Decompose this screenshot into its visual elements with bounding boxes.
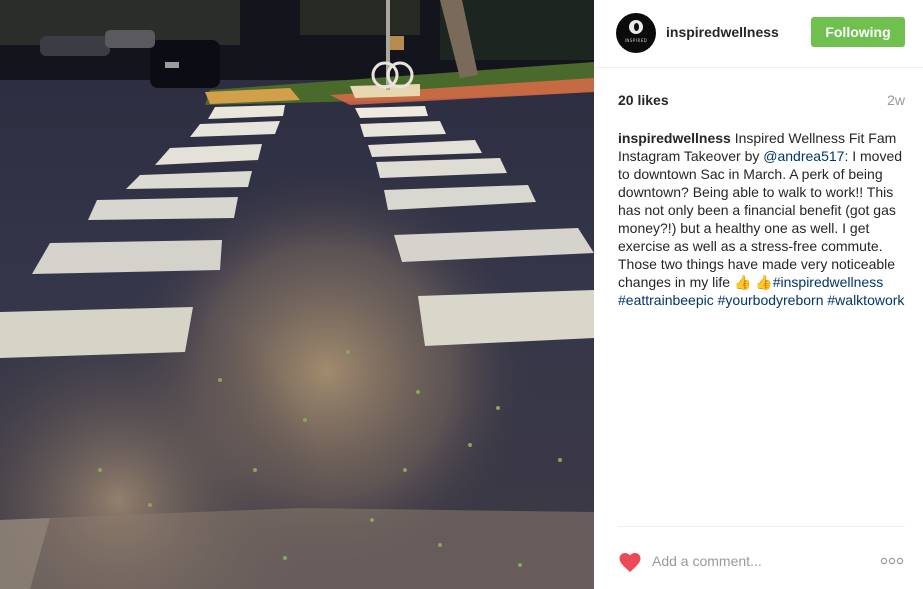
thumbs-up-icon: 👍 bbox=[733, 274, 752, 290]
mention-link[interactable]: @andrea517 bbox=[763, 148, 844, 164]
thumbs-up-icon: 👍 bbox=[755, 274, 773, 290]
logo-icon bbox=[629, 20, 643, 34]
heart-icon[interactable] bbox=[618, 551, 642, 573]
likes-count[interactable]: 20 likes bbox=[618, 92, 669, 108]
avatar-logo-text: INSPIRED bbox=[624, 38, 648, 43]
hashtag-link[interactable]: #inspiredwellness bbox=[773, 274, 884, 290]
post-caption: inspiredwellness Inspired Wellness Fit F… bbox=[618, 129, 910, 309]
hashtag-link[interactable]: #yourbodyreborn bbox=[718, 292, 824, 308]
crosswalk-photo bbox=[0, 0, 594, 589]
more-options-icon[interactable] bbox=[880, 557, 904, 565]
post-header: INSPIRED inspiredwellness Following bbox=[594, 0, 923, 68]
following-button[interactable]: Following bbox=[811, 17, 905, 47]
post-photo[interactable] bbox=[0, 0, 594, 589]
comment-bar bbox=[618, 526, 905, 589]
post-sidebar: INSPIRED inspiredwellness Following 20 l… bbox=[594, 0, 923, 589]
hashtag-link[interactable]: #eattrainbeepic bbox=[618, 292, 714, 308]
comment-input[interactable] bbox=[652, 549, 862, 573]
hashtag-link[interactable]: #walktowork bbox=[827, 292, 904, 308]
avatar[interactable]: INSPIRED bbox=[616, 13, 656, 53]
post-age[interactable]: 2w bbox=[887, 92, 905, 108]
caption-text-2: : I moved to downtown Sac in March. A pe… bbox=[618, 148, 903, 290]
username[interactable]: inspiredwellness bbox=[666, 24, 779, 40]
caption-author[interactable]: inspiredwellness bbox=[618, 130, 731, 146]
